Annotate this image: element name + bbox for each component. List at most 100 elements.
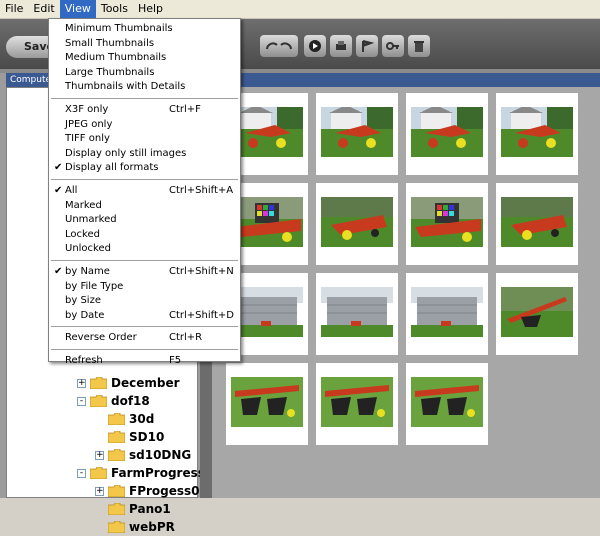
menu-item[interactable]: Large Thumbnails (49, 66, 240, 80)
menu-item-label: by Name (65, 266, 110, 277)
menu-item-shortcut: Ctrl+Shift+N (169, 266, 234, 277)
menu-item[interactable]: Minimum Thumbnails (49, 22, 240, 36)
mark-button[interactable] (356, 35, 378, 57)
menu-item[interactable]: Reverse Order Ctrl+R (49, 331, 240, 345)
thumbnail-pane (212, 73, 600, 498)
menu-item-label: X3F only (65, 104, 109, 115)
menu-item-label: Medium Thumbnails (65, 52, 167, 64)
check-icon: ✔ (54, 162, 63, 174)
menu-separator (51, 326, 238, 328)
flag-icon (362, 40, 374, 52)
menu-view[interactable]: View (59, 0, 96, 18)
tree-item[interactable]: + December (77, 376, 180, 390)
play-icon (309, 40, 321, 52)
thumbnail-image (321, 197, 393, 247)
thumbnail-image (411, 107, 483, 157)
folder-icon (107, 448, 126, 462)
thumbnail[interactable] (316, 93, 398, 175)
lock-button[interactable] (382, 35, 404, 57)
menu-file[interactable]: File (0, 0, 28, 18)
menu-item[interactable]: Display only still images (49, 147, 240, 161)
menu-item[interactable]: Small Thumbnails (49, 37, 240, 51)
menu-item[interactable]: Medium Thumbnails (49, 51, 240, 65)
menu-item-label: Small Thumbnails (65, 37, 155, 49)
menu-edit[interactable]: Edit (28, 0, 59, 18)
tree-item[interactable]: webPR (95, 520, 175, 534)
menu-item[interactable]: Unmarked (49, 213, 240, 227)
thumbnail[interactable] (316, 363, 398, 445)
tree-item-label: webPR (129, 520, 175, 534)
thumbnail-image (411, 197, 483, 247)
menu-item[interactable]: Refresh F5 (49, 354, 240, 368)
tree-expander[interactable]: + (95, 450, 104, 460)
menu-item[interactable]: ✔ by Name Ctrl+Shift+N (49, 265, 240, 279)
tree-item-label: 30d (129, 412, 155, 426)
tree-item-label: dof18 (111, 394, 150, 408)
menu-item[interactable]: ✔ All Ctrl+Shift+A (49, 184, 240, 198)
tree-item[interactable]: 30d (95, 412, 154, 426)
menu-item[interactable]: by Size (49, 294, 240, 308)
thumbnail[interactable] (226, 363, 308, 445)
thumbnail-image (501, 287, 573, 337)
rotate-buttons[interactable] (260, 35, 298, 57)
menu-item-label: Unlocked (65, 243, 111, 255)
thumbnail[interactable] (316, 183, 398, 265)
thumbnail[interactable] (406, 93, 488, 175)
thumbnail[interactable] (496, 273, 578, 355)
tree-item[interactable]: SD10 (95, 430, 164, 444)
menu-item[interactable]: by File Type (49, 280, 240, 294)
menu-item[interactable]: JPEG only (49, 118, 240, 132)
menu-item[interactable]: by Date Ctrl+Shift+D (49, 309, 240, 323)
tree-item-label: December (111, 376, 180, 390)
menu-item-shortcut: Ctrl+Shift+D (169, 309, 234, 321)
menubar: File Edit View Tools Help (0, 0, 600, 19)
tree-item[interactable]: + sd10DNG (95, 448, 191, 462)
menu-item[interactable]: Marked (49, 199, 240, 213)
tree-expander[interactable]: - (77, 396, 86, 406)
tree-item-label: sd10DNG (129, 448, 192, 462)
delete-button[interactable] (408, 35, 430, 57)
menu-item[interactable]: Unlocked (49, 242, 240, 256)
menu-item[interactable]: Thumbnails with Details (49, 80, 240, 94)
thumbnail-image (321, 377, 393, 427)
thumbnail-image (501, 197, 573, 247)
menu-item[interactable]: TIFF only (49, 132, 240, 146)
thumbnail-image (231, 197, 303, 247)
tree-item[interactable]: - dof18 (77, 394, 150, 408)
menu-item-label: TIFF only (65, 133, 110, 145)
tree-item-label: SD10 (129, 430, 165, 444)
thumbnail[interactable] (406, 273, 488, 355)
tree-expander[interactable]: + (95, 486, 104, 496)
tree-item[interactable]: + FProgess09 (95, 484, 208, 498)
menu-item[interactable]: X3F only Ctrl+F (49, 103, 240, 117)
menu-item-label: JPEG only (65, 118, 113, 130)
tree-item-label: FProgess09 (129, 484, 208, 498)
thumbnail[interactable] (406, 363, 488, 445)
thumbnail-image (231, 287, 303, 337)
thumbnail-image (411, 377, 483, 427)
menu-item[interactable]: Locked (49, 228, 240, 242)
print-button[interactable] (330, 35, 352, 57)
play-button[interactable] (304, 35, 326, 57)
key-icon (386, 42, 399, 50)
menu-item-label: Large Thumbnails (65, 66, 155, 78)
menu-item[interactable]: ✔ Display all formats (49, 161, 240, 175)
thumbnail[interactable] (406, 183, 488, 265)
menu-separator (51, 98, 238, 99)
menu-item-label: Thumbnails with Details (65, 81, 186, 93)
menu-help[interactable]: Help (133, 0, 168, 18)
folder-icon (107, 484, 126, 498)
thumbnail[interactable] (496, 93, 578, 175)
thumbnail[interactable] (496, 183, 578, 265)
menu-tools[interactable]: Tools (96, 0, 133, 18)
menu-item-label: Marked (65, 199, 102, 211)
thumbnail[interactable] (316, 273, 398, 355)
menu-item-label: Display all formats (65, 162, 159, 174)
tree-expander[interactable]: + (77, 378, 86, 388)
tree-item[interactable]: Pano1 (95, 502, 171, 516)
menu-separator (51, 179, 238, 180)
menu-item-label: Display only still images (65, 147, 187, 159)
rotate-icon (266, 42, 292, 50)
menu-item-shortcut: Ctrl+F (169, 104, 201, 115)
tree-expander[interactable]: - (77, 468, 86, 478)
